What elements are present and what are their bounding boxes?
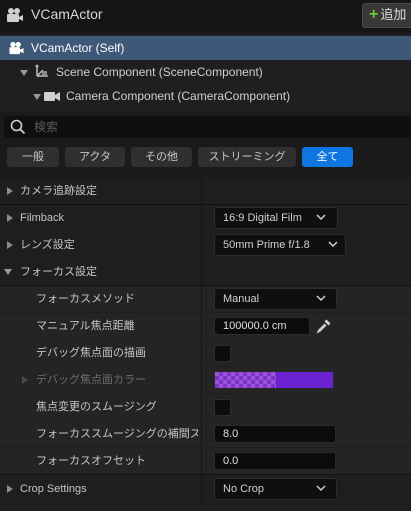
property-grid: カメラ追跡設定 Filmback 16:9 Digital Film レンズ設定… xyxy=(0,178,411,511)
property-label: Crop Settings xyxy=(20,483,87,495)
filter-tab-actor[interactable]: アクタ xyxy=(65,147,125,167)
tree-item-label: Scene Component (SceneComponent) xyxy=(56,65,263,79)
property-label: デバッグ焦点面の描画 xyxy=(36,347,146,359)
column-divider[interactable] xyxy=(201,448,202,474)
property-focus-smoothing-interp-speed: フォーカススムージングの補間ス... 8.0 xyxy=(0,421,411,447)
chevron-down-icon xyxy=(316,295,326,302)
plus-icon: + xyxy=(369,6,379,23)
smooth-focus-changes-checkbox[interactable] xyxy=(214,399,231,416)
focus-offset-field[interactable]: 0.0 xyxy=(214,452,336,470)
filter-tab-misc[interactable]: その他 xyxy=(131,147,192,167)
property-label: Filmback xyxy=(20,212,65,224)
column-divider[interactable] xyxy=(201,421,202,447)
column-divider[interactable] xyxy=(201,232,202,258)
expand-arrow-icon[interactable] xyxy=(7,187,13,195)
property-label: レンズ設定 xyxy=(20,239,75,251)
add-button-label: 追加 xyxy=(380,7,407,22)
crop-settings-dropdown[interactable]: No Crop xyxy=(214,478,337,500)
column-divider[interactable] xyxy=(201,476,202,502)
property-label: フォーカススムージングの補間ス... xyxy=(36,428,198,440)
property-crop-settings: Crop Settings No Crop xyxy=(0,476,411,502)
section-label: フォーカス設定 xyxy=(20,266,97,278)
focus-method-dropdown[interactable]: Manual xyxy=(214,288,337,310)
column-divider[interactable] xyxy=(201,286,202,312)
property-lens: レンズ設定 50mm Prime f/1.8 xyxy=(0,232,411,258)
chevron-down-icon xyxy=(316,485,326,492)
property-smooth-focus-changes: 焦点変更のスムージング xyxy=(0,394,411,420)
section-camera-tracking[interactable]: カメラ追跡設定 xyxy=(0,178,411,204)
component-tree: VCamActor (Self) Scene Component (SceneC… xyxy=(0,34,411,112)
section-focus[interactable]: フォーカス設定 xyxy=(0,259,411,285)
column-divider[interactable] xyxy=(201,178,202,204)
lens-dropdown[interactable]: 50mm Prime f/1.8 xyxy=(214,234,346,256)
tree-item-label: Camera Component (CameraComponent) xyxy=(66,89,291,103)
expand-arrow-icon[interactable] xyxy=(33,94,41,100)
divider xyxy=(0,474,411,475)
column-divider[interactable] xyxy=(201,313,202,339)
solid-color xyxy=(276,372,333,388)
property-focus-offset: フォーカスオフセット 0.0 xyxy=(0,448,411,474)
property-focus-method: フォーカスメソッド Manual xyxy=(0,286,411,312)
collapse-arrow-icon[interactable] xyxy=(4,269,12,275)
alpha-checker xyxy=(215,372,276,388)
actor-icon xyxy=(7,8,23,22)
tree-item-scene-component[interactable]: Scene Component (SceneComponent) xyxy=(0,60,411,84)
column-divider[interactable] xyxy=(201,259,202,285)
filter-tab-general[interactable]: 一般 xyxy=(7,147,59,167)
property-manual-focus-distance: マニュアル焦点距離 100000.0 cm xyxy=(0,313,411,339)
property-label: 焦点変更のスムージング xyxy=(36,401,157,413)
expand-arrow-icon[interactable] xyxy=(7,485,13,493)
property-filmback: Filmback 16:9 Digital Film xyxy=(0,205,411,231)
expand-arrow-icon[interactable] xyxy=(22,376,28,384)
expand-arrow-icon[interactable] xyxy=(7,241,13,249)
property-label: マニュアル焦点距離 xyxy=(36,320,135,332)
tree-item-label: VCamActor (Self) xyxy=(31,41,125,55)
draw-debug-focus-plane-checkbox[interactable] xyxy=(214,345,231,362)
chevron-down-icon xyxy=(328,241,338,248)
property-label: フォーカスメソッド xyxy=(36,293,135,305)
add-component-button[interactable]: + 追加 xyxy=(362,3,411,28)
search-input[interactable] xyxy=(34,118,394,136)
column-divider[interactable] xyxy=(201,340,202,366)
search-box[interactable] xyxy=(4,116,411,138)
details-header: VCamActor + 追加 xyxy=(0,0,411,32)
filter-tab-streaming[interactable]: ストリーミング xyxy=(198,147,296,167)
focus-smoothing-interp-speed-field[interactable]: 8.0 xyxy=(214,425,336,443)
search-icon xyxy=(10,119,26,135)
expand-arrow-icon[interactable] xyxy=(20,70,28,76)
dropdown-value: Manual xyxy=(223,293,260,305)
property-label: フォーカスオフセット xyxy=(36,455,146,467)
eyedropper-icon[interactable] xyxy=(316,318,332,334)
dropdown-value: 50mm Prime f/1.8 xyxy=(223,239,310,251)
dropdown-value: 16:9 Digital Film xyxy=(223,212,302,224)
expand-arrow-icon[interactable] xyxy=(7,214,13,222)
manual-focus-distance-field[interactable]: 100000.0 cm xyxy=(214,317,310,335)
column-divider[interactable] xyxy=(201,367,202,393)
filmback-dropdown[interactable]: 16:9 Digital Film xyxy=(214,207,338,229)
property-label: デバッグ焦点面カラー xyxy=(36,374,146,386)
dropdown-value: No Crop xyxy=(223,483,264,495)
debug-focus-plane-color-swatch[interactable] xyxy=(214,371,334,389)
column-divider[interactable] xyxy=(201,394,202,420)
actor-title: VCamActor xyxy=(31,6,103,22)
section-label: カメラ追跡設定 xyxy=(20,185,97,197)
actor-icon xyxy=(9,41,24,55)
property-debug-focus-plane-color: デバッグ焦点面カラー xyxy=(0,367,411,393)
filter-tab-all[interactable]: 全て xyxy=(302,147,353,167)
camera-icon xyxy=(44,92,60,101)
scene-component-icon xyxy=(35,64,48,77)
chevron-down-icon xyxy=(316,214,326,221)
tree-item-self[interactable]: VCamActor (Self) xyxy=(0,36,411,60)
tree-item-camera-component[interactable]: Camera Component (CameraComponent) xyxy=(0,84,411,108)
column-divider[interactable] xyxy=(201,205,202,231)
property-draw-debug-focus-plane: デバッグ焦点面の描画 xyxy=(0,340,411,366)
